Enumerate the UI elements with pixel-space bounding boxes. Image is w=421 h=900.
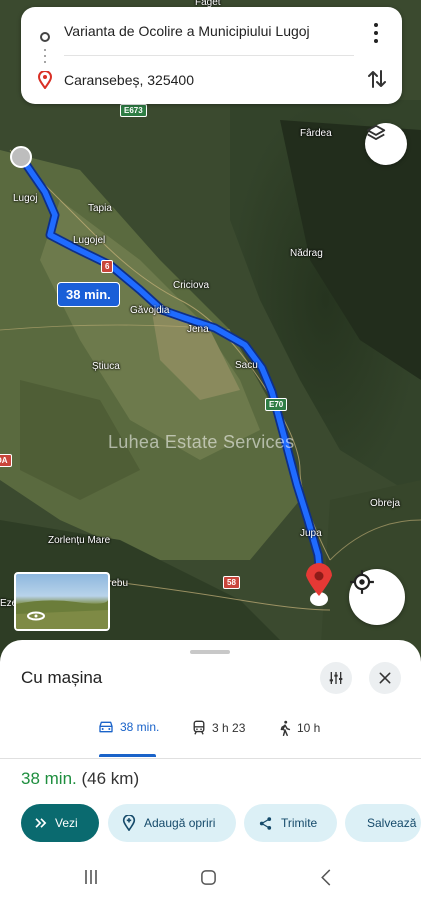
- close-button[interactable]: [369, 662, 401, 694]
- destination-pin-icon: [38, 71, 52, 89]
- place-label: Știuca: [92, 361, 120, 372]
- action-chips: Vezi Adaugă opriri Trimite Salvează: [21, 804, 421, 844]
- tab-walking[interactable]: 10 h: [279, 720, 320, 736]
- layers-icon: [366, 124, 386, 140]
- origin-field[interactable]: Varianta de Ocolire a Municipiului Lugoj: [64, 23, 310, 39]
- summary-time: 38 min.: [21, 769, 77, 788]
- share-label: Trimite: [281, 816, 318, 830]
- back-icon[interactable]: [320, 869, 332, 886]
- train-icon: [193, 720, 205, 735]
- route-summary: 38 min. (46 km): [21, 769, 139, 789]
- my-location-icon: [350, 570, 374, 594]
- more-options-icon[interactable]: [370, 23, 382, 43]
- recent-apps-icon[interactable]: [83, 869, 99, 885]
- place-label: Fârdea: [300, 128, 332, 139]
- home-icon[interactable]: [200, 869, 217, 886]
- save-label: Salvează: [367, 816, 417, 830]
- route-dots-icon: [44, 49, 46, 63]
- road-badge: DA: [0, 454, 12, 467]
- place-label: Jena: [187, 324, 209, 335]
- share-button[interactable]: Trimite: [244, 804, 337, 842]
- road-badge: 6: [101, 260, 114, 273]
- drag-handle[interactable]: [190, 650, 230, 654]
- place-label: Lugojel: [73, 235, 106, 246]
- divider: [64, 55, 354, 56]
- origin-marker[interactable]: [10, 146, 32, 168]
- add-location-icon: [122, 815, 136, 831]
- street-view-thumbnail[interactable]: [14, 572, 110, 631]
- summary-distance: (46 km): [81, 769, 140, 788]
- place-label: rebu: [108, 578, 129, 589]
- watermark: Luhea Estate Services: [108, 432, 295, 452]
- directions-card: Varianta de Ocolire a Municipiului Lugoj…: [21, 7, 402, 104]
- road-badge: E673: [120, 104, 147, 117]
- place-label: Tapia: [88, 203, 112, 214]
- place-label: Obreja: [370, 498, 401, 509]
- add-stops-button[interactable]: Adaugă opriri: [108, 804, 236, 842]
- road-badge: 58: [223, 576, 240, 589]
- swap-icon[interactable]: [365, 67, 389, 91]
- tab-transit-label: 3 h 23: [212, 720, 246, 735]
- preview-button[interactable]: Vezi: [21, 804, 99, 842]
- place-label: Criciova: [173, 280, 210, 291]
- close-icon: [379, 672, 391, 684]
- travel-mode-tabs: 38 min. 3 h 23 10 h: [0, 712, 421, 759]
- my-location-button[interactable]: [349, 569, 405, 625]
- road-badge: E70: [265, 398, 288, 411]
- place-label: Jupa: [300, 528, 322, 539]
- tune-icon: [329, 672, 343, 684]
- place-label: Lugoj: [13, 193, 38, 204]
- place-label: Găvojdia: [130, 305, 170, 316]
- car-icon: [99, 721, 113, 733]
- add-stops-label: Adaugă opriri: [144, 816, 216, 830]
- preview-label: Vezi: [55, 816, 78, 830]
- sheet-title: Cu mașina: [21, 668, 103, 687]
- layers-button[interactable]: [365, 123, 407, 165]
- walk-icon: [280, 720, 291, 736]
- active-tab-indicator: [99, 754, 156, 757]
- double-chevron-icon: [35, 818, 47, 828]
- street-view-icon: [16, 600, 108, 629]
- route-time-bubble[interactable]: 38 min.: [57, 282, 120, 307]
- tab-walking-label: 10 h: [297, 721, 321, 735]
- tab-transit[interactable]: 3 h 23: [192, 720, 245, 735]
- directions-sheet: Cu mașina 38 min. 3 h 23 10 h 38 min. (4…: [0, 640, 421, 900]
- route-options-button[interactable]: [320, 662, 352, 694]
- tab-driving[interactable]: 38 min.: [98, 720, 159, 734]
- place-label: Sacu: [235, 360, 258, 371]
- origin-circle-icon: [40, 32, 50, 42]
- tab-driving-label: 38 min.: [120, 720, 160, 734]
- share-icon: [259, 816, 272, 830]
- system-nav-bar: [0, 855, 421, 900]
- destination-field[interactable]: Caransebeș, 325400: [64, 72, 194, 88]
- place-label: Nădrag: [290, 248, 323, 259]
- place-label: Zorlențu Mare: [48, 535, 111, 546]
- save-button[interactable]: Salvează: [345, 804, 421, 842]
